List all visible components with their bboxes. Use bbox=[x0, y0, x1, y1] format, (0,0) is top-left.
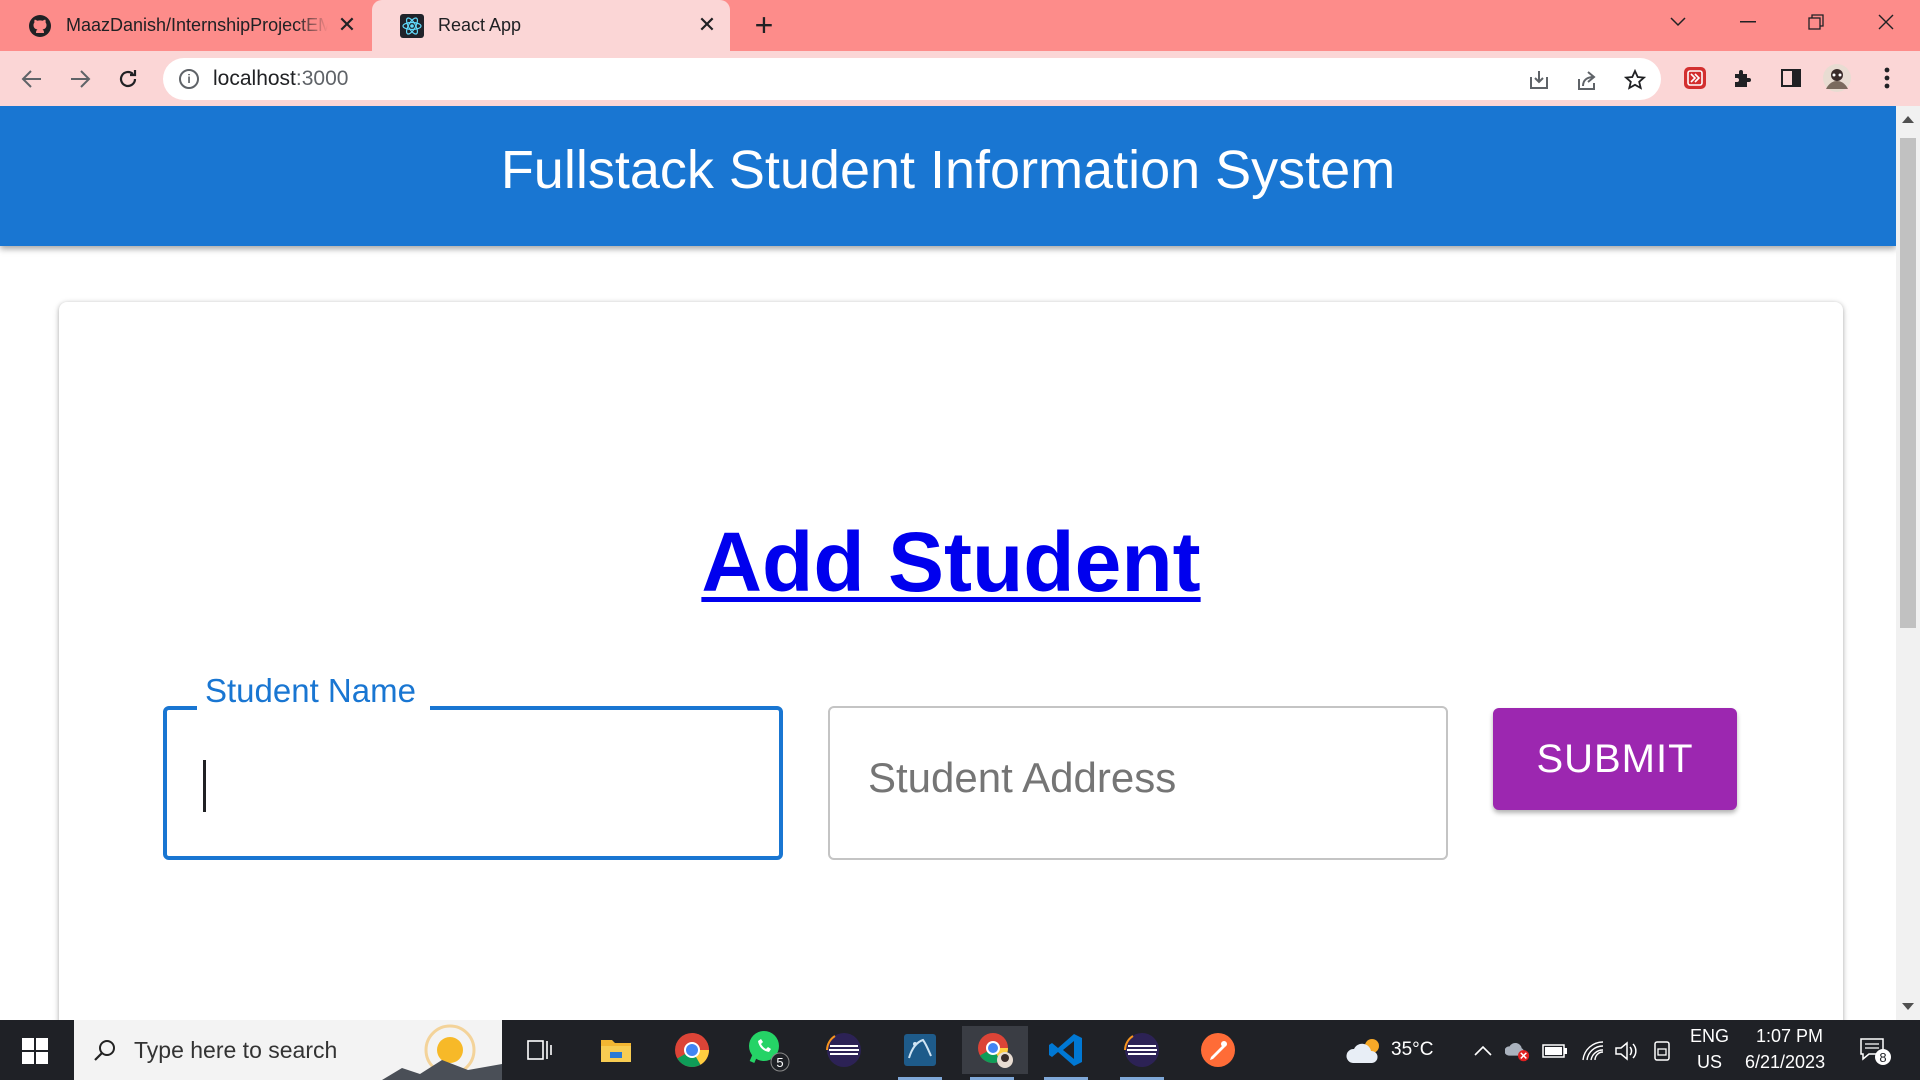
page-scrollbar[interactable] bbox=[1896, 106, 1920, 1020]
share-icon[interactable] bbox=[1575, 68, 1599, 92]
tab-title: React App bbox=[438, 15, 522, 35]
eclipse-icon[interactable] bbox=[814, 1026, 874, 1074]
browser-toolbar: i localhost:3000 bbox=[0, 51, 1920, 106]
extension-red-icon[interactable] bbox=[1680, 63, 1710, 93]
student-name-label: Student Name bbox=[197, 672, 430, 710]
weather-temperature: 35°C bbox=[1391, 1039, 1434, 1060]
close-tab-icon[interactable]: ✕ bbox=[694, 12, 720, 38]
battery-icon[interactable] bbox=[1542, 1038, 1568, 1064]
add-student-card: Add Student Student Name SUBMIT bbox=[59, 302, 1843, 1020]
show-hidden-icons-chevron-icon[interactable] bbox=[1470, 1038, 1496, 1064]
github-icon bbox=[28, 14, 52, 38]
task-view-icon[interactable] bbox=[510, 1026, 570, 1074]
page-heading: Add Student bbox=[59, 514, 1843, 611]
weather-cloud-icon[interactable] bbox=[1342, 1038, 1388, 1064]
clock-date[interactable]: 6/21/2023 bbox=[1745, 1052, 1825, 1073]
vscode-icon[interactable] bbox=[1036, 1026, 1096, 1080]
file-explorer-icon[interactable] bbox=[586, 1026, 646, 1074]
language-top[interactable]: ENG bbox=[1690, 1026, 1729, 1047]
chrome-icon[interactable] bbox=[662, 1026, 722, 1074]
extensions-puzzle-icon[interactable] bbox=[1728, 63, 1758, 93]
close-window-icon[interactable] bbox=[1858, 0, 1914, 44]
student-address-input[interactable] bbox=[868, 754, 1408, 802]
menu-kebab-icon[interactable] bbox=[1872, 63, 1902, 93]
wifi-icon[interactable] bbox=[1580, 1038, 1606, 1064]
windows-start-icon[interactable] bbox=[22, 1038, 48, 1064]
eclipse-ide-icon[interactable] bbox=[1112, 1026, 1172, 1080]
tab-title: MaazDanish/InternshipProjectEM bbox=[66, 15, 328, 35]
new-tab-icon[interactable]: + bbox=[748, 9, 780, 42]
url-text: localhost:3000 bbox=[213, 67, 348, 91]
install-app-icon[interactable] bbox=[1527, 68, 1551, 92]
meet-now-icon[interactable] bbox=[1650, 1038, 1676, 1064]
tab-github[interactable]: MaazDanish/InternshipProjectEM ✕ bbox=[0, 0, 370, 51]
forward-icon[interactable] bbox=[64, 63, 96, 95]
app-title: Fullstack Student Information System bbox=[500, 140, 1396, 200]
tab-react-app[interactable]: React App ✕ bbox=[372, 0, 730, 51]
address-bar[interactable]: i localhost:3000 bbox=[163, 58, 1661, 100]
chrome-profile-active-icon[interactable] bbox=[962, 1026, 1028, 1080]
profile-avatar[interactable] bbox=[1822, 63, 1852, 93]
volume-icon[interactable] bbox=[1614, 1038, 1640, 1064]
reload-icon[interactable] bbox=[112, 63, 144, 95]
whatsapp-badge: 5 bbox=[776, 1055, 783, 1070]
taskbar-search-box[interactable]: Type here to search bbox=[74, 1020, 502, 1080]
close-tab-icon[interactable]: ✕ bbox=[334, 12, 360, 38]
postman-icon[interactable] bbox=[1188, 1026, 1248, 1074]
back-icon[interactable] bbox=[16, 63, 48, 95]
minimize-icon[interactable] bbox=[1720, 0, 1776, 44]
search-icon bbox=[90, 1035, 120, 1065]
site-info-icon[interactable]: i bbox=[179, 69, 199, 89]
restore-icon[interactable] bbox=[1788, 0, 1844, 44]
scroll-thumb[interactable] bbox=[1900, 138, 1916, 628]
notification-count: 8 bbox=[1879, 1050, 1886, 1065]
mysql-workbench-icon[interactable] bbox=[890, 1026, 950, 1080]
react-icon bbox=[400, 13, 424, 38]
language-bottom[interactable]: US bbox=[1697, 1052, 1722, 1073]
student-address-field[interactable] bbox=[828, 706, 1448, 860]
whatsapp-icon[interactable]: 5 bbox=[738, 1026, 798, 1074]
submit-button[interactable]: SUBMIT bbox=[1493, 708, 1737, 810]
onedrive-error-icon[interactable] bbox=[1505, 1038, 1531, 1064]
tab-search-chevron-icon[interactable] bbox=[1650, 0, 1706, 44]
search-highlight-sun-icon bbox=[382, 1020, 502, 1080]
student-name-field[interactable]: Student Name bbox=[163, 672, 783, 860]
page-heading-text: Add Student bbox=[701, 515, 1201, 609]
bookmark-star-icon[interactable] bbox=[1623, 68, 1647, 92]
tab-strip: MaazDanish/InternshipProjectEM ✕ React A… bbox=[0, 0, 1920, 51]
app-bar: Fullstack Student Information System bbox=[0, 106, 1896, 246]
url-host: localhost bbox=[213, 67, 296, 90]
clock-time[interactable]: 1:07 PM bbox=[1756, 1026, 1823, 1047]
scroll-up-icon[interactable] bbox=[1902, 116, 1914, 123]
url-port: :3000 bbox=[295, 67, 349, 90]
scroll-down-icon[interactable] bbox=[1902, 1003, 1914, 1010]
notifications-icon[interactable]: 8 bbox=[1858, 1038, 1894, 1065]
side-panel-icon[interactable] bbox=[1776, 63, 1806, 93]
windows-taskbar: Type here to search 5 35°C ENG US 1:07 P… bbox=[0, 1020, 1920, 1080]
page-viewport: Fullstack Student Information System Add… bbox=[0, 106, 1896, 1020]
search-placeholder: Type here to search bbox=[134, 1036, 338, 1063]
text-caret bbox=[203, 760, 206, 812]
